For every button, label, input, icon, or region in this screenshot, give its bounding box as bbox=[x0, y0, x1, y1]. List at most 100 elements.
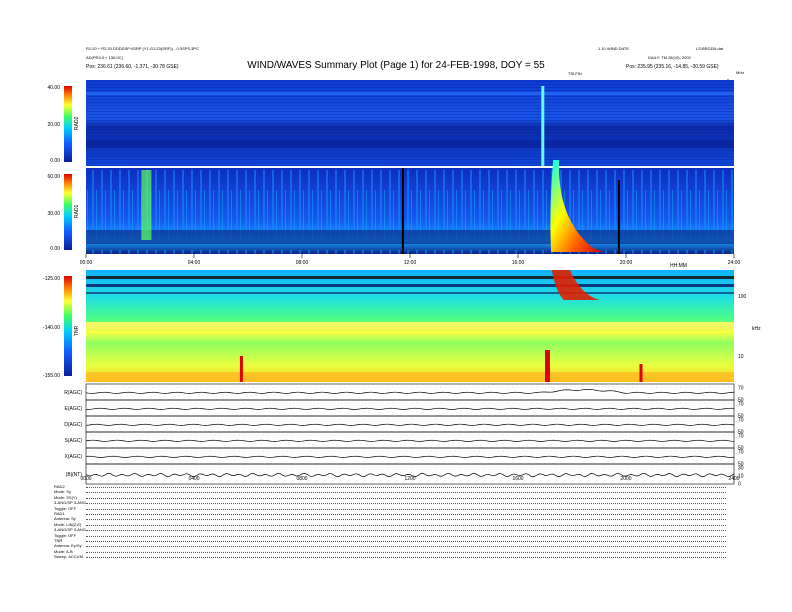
footer-line: Mode: Sy bbox=[54, 489, 734, 494]
footer-line-label: Mode: A-B bbox=[54, 548, 73, 554]
rad1-x-tick: 20:00 bbox=[620, 260, 633, 266]
tnr-cbar-tick-max: -125.00 bbox=[43, 276, 60, 282]
footer-line: RAD1 bbox=[54, 511, 734, 516]
rad1-ylabel: RAD1 bbox=[74, 204, 80, 218]
agc-row-label: R(AGC) bbox=[64, 390, 82, 396]
footer-line: 3-ANG/SP 3-ANG bbox=[54, 527, 734, 532]
footer-line-dots bbox=[86, 551, 726, 553]
footer-line-label: 3-ANG/SP 3-ANG bbox=[54, 500, 86, 506]
rad1-cbar-tick-max: 60.00 bbox=[47, 174, 60, 180]
agc-row-trace bbox=[85, 407, 735, 410]
footer-line-label: RAD2 bbox=[54, 484, 65, 489]
footer-line-dots bbox=[86, 545, 726, 548]
agc-row-right-tick: 70 bbox=[738, 402, 744, 408]
tnr-cbar-tick-min: -155.00 bbox=[43, 373, 60, 379]
agc-row-right-tick: 70 bbox=[738, 434, 744, 440]
tnr-x-label: HH:MM bbox=[670, 263, 687, 269]
rad2-cbar-tick-max: 40.00 bbox=[47, 85, 60, 91]
tnr-cbar-tick-mid: -140.00 bbox=[43, 325, 60, 331]
footer-line-dots bbox=[86, 497, 726, 499]
rad1-panel bbox=[86, 160, 734, 254]
agc-row-frame bbox=[85, 399, 735, 417]
agc-row-right-tick: 0 bbox=[738, 482, 741, 488]
footer-line-label: Sweep: ACCUM. bbox=[54, 554, 85, 560]
rad2-colorbar bbox=[64, 86, 72, 162]
footer-line-dots bbox=[86, 524, 726, 526]
rad1-x-tick: 12:00 bbox=[404, 260, 417, 266]
footer-line: Toggle: OFF bbox=[54, 506, 734, 511]
footer-line: RAD2 bbox=[54, 484, 734, 489]
rad1-data-gap-1 bbox=[401, 168, 404, 254]
footer-line: 3-ANG/SP 3-ANG bbox=[54, 500, 734, 505]
footer-line: TNR bbox=[54, 538, 734, 543]
tnr-ylabel: TNR bbox=[74, 325, 80, 336]
footer-line: Mode: LIN(Z,E) bbox=[54, 522, 734, 527]
tnr-spike-3 bbox=[639, 364, 643, 382]
footer-line-dots bbox=[86, 535, 726, 537]
footer-line-label: Mode: Sy bbox=[54, 489, 71, 495]
agc-x-tick: 1600 bbox=[512, 476, 523, 482]
agc-row-trace bbox=[85, 455, 735, 458]
footer-line: Mode: A-B bbox=[54, 549, 734, 554]
tnr-right-axis-label: kHz bbox=[752, 326, 761, 332]
footer-line-label: Toggle: OFF bbox=[54, 532, 77, 538]
footer-line: Sweep: ACCUM. bbox=[54, 554, 734, 559]
agc-row-label: X(AGC) bbox=[65, 454, 83, 460]
agc-row-trace bbox=[85, 439, 735, 442]
rad1-cbar-tick-min: 0.00 bbox=[50, 246, 60, 252]
footer-line-label: Toggle: OFF bbox=[54, 505, 77, 511]
footer-line-dots bbox=[86, 540, 726, 542]
footer-line-dots bbox=[86, 529, 726, 532]
rad1-x-tick: 24:00 bbox=[728, 260, 741, 266]
agc-row-label: E(AGC) bbox=[65, 406, 83, 412]
footer-line-dots bbox=[86, 513, 726, 515]
agc-x-tick: 0000 bbox=[80, 476, 91, 482]
agc-x-tick: 0800 bbox=[296, 476, 307, 482]
tnr-panel bbox=[86, 270, 734, 382]
footer-line-label: RAD1 bbox=[54, 511, 65, 516]
agc-row-right-tick: 70 bbox=[738, 418, 744, 424]
tnr-spike-1 bbox=[239, 356, 243, 382]
footer-line: Mode: SS(Y) bbox=[54, 495, 734, 500]
agc-x-tick: 0400 bbox=[188, 476, 199, 482]
rad2-panel bbox=[86, 80, 734, 166]
agc-panel: R(AGC)7050E(AGC)7050D(AGC)7050S(AGC)7050… bbox=[64, 383, 744, 488]
footer-line-label: TNR bbox=[54, 538, 63, 543]
rad1-x-tick: 04:00 bbox=[188, 260, 201, 266]
footer-line: Antenna: Sy bbox=[54, 516, 734, 521]
tnr-right-tick-100: 100 bbox=[738, 294, 747, 300]
agc-row-trace bbox=[85, 388, 735, 394]
rad2-ylabel: RAD2 bbox=[74, 116, 80, 130]
rad1-burst-early bbox=[141, 170, 152, 240]
agc-x-tick: 2400 bbox=[728, 476, 739, 482]
footer-line: Antenna: Ey/Sy bbox=[54, 543, 734, 548]
agc-row-right-tick: 70 bbox=[738, 450, 744, 456]
agc-row-label: D(AGC) bbox=[64, 422, 82, 428]
footer-line-dots bbox=[86, 508, 726, 510]
rad1-x-axis: 00:00 04:00 08:00 12:00 16:00 20:00 24:00 bbox=[80, 254, 741, 266]
footer-line-dots bbox=[86, 486, 726, 488]
footer-line-label: Antenna: Ey/Sy bbox=[54, 543, 82, 549]
rad1-colorbar bbox=[64, 174, 72, 250]
rad1-cbar-tick-mid: 30.00 bbox=[47, 211, 60, 217]
rad2-narrowband-line bbox=[541, 86, 545, 166]
rad1-x-tick: 08:00 bbox=[296, 260, 309, 266]
footer-line: Toggle: OFF bbox=[54, 533, 734, 538]
rad1-x-tick: 16:00 bbox=[512, 260, 525, 266]
agc-x-axis: 0000 0400 0800 1200 1600 2000 2400 bbox=[80, 476, 739, 482]
rad1-data-gap-2 bbox=[617, 180, 620, 254]
footer-line-label: Mode: LIN(Z,E) bbox=[54, 521, 82, 527]
agc-row-right-tick: 30 bbox=[738, 466, 744, 472]
tnr-colorbar bbox=[64, 276, 72, 376]
footer-line-dots bbox=[86, 491, 726, 494]
agc-x-tick: 2000 bbox=[620, 476, 631, 482]
rad2-cbar-tick-min: 0.00 bbox=[50, 158, 60, 164]
rad1-x-tick: 00:00 bbox=[80, 260, 93, 266]
footer-line-label: Mode: SS(Y) bbox=[54, 494, 77, 500]
agc-x-tick: 1200 bbox=[404, 476, 415, 482]
footer-line-dots bbox=[86, 518, 726, 521]
footer-line-label: 3-ANG/SP 3-ANG bbox=[54, 527, 86, 533]
footer-line-dots bbox=[86, 502, 726, 505]
agc-row-right-tick: 70 bbox=[738, 386, 744, 392]
tnr-spike-2 bbox=[545, 350, 550, 382]
